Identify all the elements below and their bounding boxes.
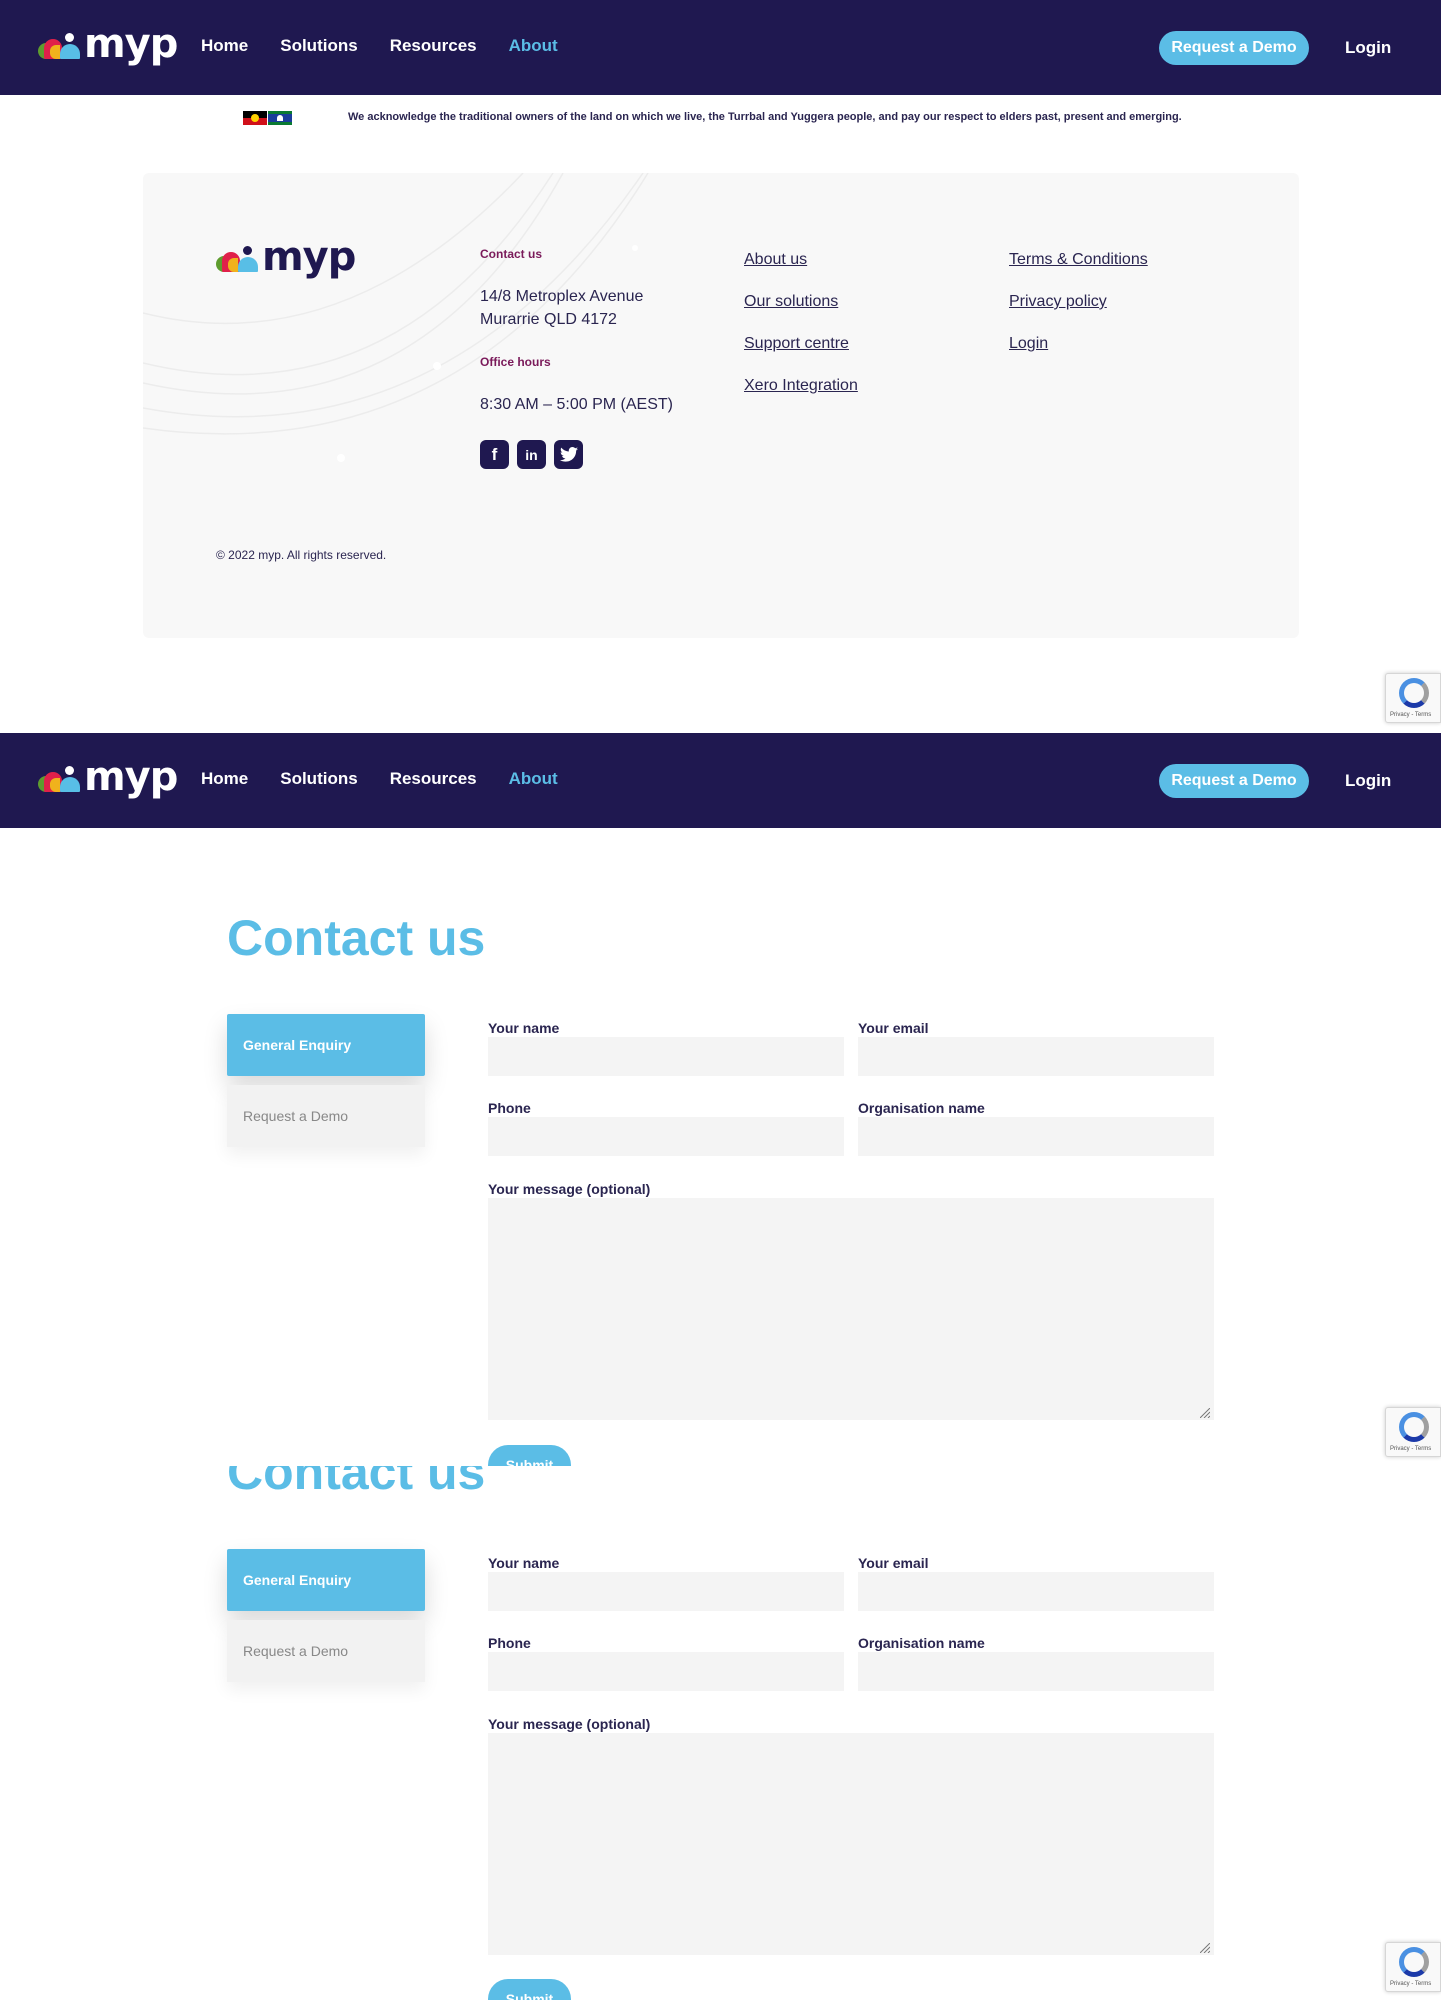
phone-input[interactable] — [488, 1652, 844, 1691]
nav-about[interactable]: About — [509, 36, 558, 56]
email-label: Your email — [858, 1555, 929, 1571]
contact-section-repeat: Contact us General Enquiry Request a Dem… — [0, 1466, 1441, 2000]
copyright-text: © 2022 myp. All rights reserved. — [216, 548, 387, 562]
footer-link-our-solutions[interactable]: Our solutions — [744, 290, 858, 313]
footer-link-support-centre[interactable]: Support centre — [744, 332, 858, 355]
request-demo-button[interactable]: Request a Demo — [1159, 31, 1309, 65]
top-navbar-repeat: myp Home Solutions Resources About Reque… — [0, 733, 1441, 828]
myp-logo-mark-icon — [38, 31, 80, 61]
tab-request-demo[interactable]: Request a Demo — [227, 1085, 425, 1147]
login-link[interactable]: Login — [1345, 771, 1391, 791]
linkedin-icon[interactable]: in — [517, 440, 546, 469]
logo-text: myp — [84, 754, 178, 800]
submit-button[interactable]: Submit — [488, 1979, 571, 2000]
logo-text: myp — [84, 21, 178, 67]
email-label: Your email — [858, 1020, 929, 1036]
contact-title: Contact us — [227, 1466, 486, 1500]
phone-input[interactable] — [488, 1117, 844, 1156]
recaptcha-badge[interactable]: Privacy - Terms — [1385, 1942, 1441, 1992]
nav-about[interactable]: About — [509, 769, 558, 789]
recaptcha-icon — [1399, 1412, 1429, 1442]
footer-links-column-2: Terms & Conditions Privacy policy Login — [1009, 248, 1148, 374]
organisation-input[interactable] — [858, 1117, 1214, 1156]
submit-button[interactable]: Submit — [488, 1445, 571, 1466]
nav-resources[interactable]: Resources — [390, 769, 477, 789]
message-label: Your message (optional) — [488, 1181, 651, 1197]
recaptcha-badge[interactable]: Privacy - Terms — [1385, 673, 1441, 723]
tab-general-enquiry[interactable]: General Enquiry — [227, 1014, 425, 1076]
tab-request-demo[interactable]: Request a Demo — [227, 1620, 425, 1682]
login-link[interactable]: Login — [1345, 38, 1391, 58]
nav-home[interactable]: Home — [201, 36, 248, 56]
address-line-2: Murarrie QLD 4172 — [480, 311, 617, 328]
email-input[interactable] — [858, 1572, 1214, 1611]
footer: myp Contact us 14/8 Metroplex Avenue Mur… — [143, 173, 1299, 638]
recaptcha-icon — [1399, 1947, 1429, 1977]
resize-handle-icon[interactable] — [1200, 1943, 1210, 1953]
office-hours: 8:30 AM – 5:00 PM (AEST) — [480, 396, 673, 413]
recaptcha-terms: Privacy - Terms — [1390, 1446, 1432, 1452]
footer-link-xero-integration[interactable]: Xero Integration — [744, 374, 858, 397]
myp-logo-mark-icon — [38, 764, 80, 794]
organisation-input[interactable] — [858, 1652, 1214, 1691]
address-line-1: 14/8 Metroplex Avenue — [480, 288, 644, 305]
message-textarea[interactable] — [488, 1198, 1214, 1420]
recaptcha-icon — [1399, 678, 1429, 708]
organisation-label: Organisation name — [858, 1635, 985, 1651]
email-input[interactable] — [858, 1037, 1214, 1076]
nav-solutions[interactable]: Solutions — [280, 769, 357, 789]
footer-contact-column: Contact us 14/8 Metroplex Avenue Murarri… — [480, 247, 710, 469]
resize-handle-icon[interactable] — [1200, 1408, 1210, 1418]
social-links: f in — [480, 440, 710, 469]
message-label: Your message (optional) — [488, 1716, 651, 1732]
contact-section: Contact us General Enquiry Request a Dem… — [0, 828, 1441, 1466]
name-label: Your name — [488, 1020, 560, 1036]
aboriginal-flag-icon — [243, 111, 267, 125]
myp-logo[interactable]: myp — [38, 21, 178, 68]
recaptcha-terms: Privacy - Terms — [1390, 1981, 1432, 1987]
request-demo-button[interactable]: Request a Demo — [1159, 764, 1309, 798]
phone-label: Phone — [488, 1635, 531, 1651]
tab-general-enquiry[interactable]: General Enquiry — [227, 1549, 425, 1611]
myp-logo-mark-icon — [216, 244, 258, 274]
torres-strait-flag-icon — [268, 111, 292, 125]
footer-link-login[interactable]: Login — [1009, 332, 1148, 355]
contact-title: Contact us — [227, 910, 486, 966]
name-input[interactable] — [488, 1572, 844, 1611]
top-navbar: myp Home Solutions Resources About Reque… — [0, 0, 1441, 95]
name-input[interactable] — [488, 1037, 844, 1076]
nav-home[interactable]: Home — [201, 769, 248, 789]
twitter-icon[interactable] — [554, 440, 583, 469]
office-hours-heading: Office hours — [480, 355, 551, 369]
footer-link-about-us[interactable]: About us — [744, 248, 858, 271]
nav-resources[interactable]: Resources — [390, 36, 477, 56]
facebook-icon[interactable]: f — [480, 440, 509, 469]
contact-heading: Contact us — [480, 247, 543, 261]
footer-link-privacy[interactable]: Privacy policy — [1009, 290, 1148, 313]
phone-label: Phone — [488, 1100, 531, 1116]
footer-link-terms[interactable]: Terms & Conditions — [1009, 248, 1148, 271]
recaptcha-terms: Privacy - Terms — [1390, 712, 1432, 718]
acknowledgement-bar: We acknowledge the traditional owners of… — [0, 95, 1441, 140]
logo-text: myp — [262, 234, 356, 280]
recaptcha-badge[interactable]: Privacy - Terms — [1385, 1407, 1441, 1457]
name-label: Your name — [488, 1555, 560, 1571]
organisation-label: Organisation name — [858, 1100, 985, 1116]
footer-logo[interactable]: myp — [216, 237, 356, 277]
message-textarea[interactable] — [488, 1733, 1214, 1955]
myp-logo[interactable]: myp — [38, 754, 178, 801]
acknowledgement-text: We acknowledge the traditional owners of… — [348, 111, 1182, 123]
footer-links-column-1: About us Our solutions Support centre Xe… — [744, 248, 858, 416]
nav-solutions[interactable]: Solutions — [280, 36, 357, 56]
